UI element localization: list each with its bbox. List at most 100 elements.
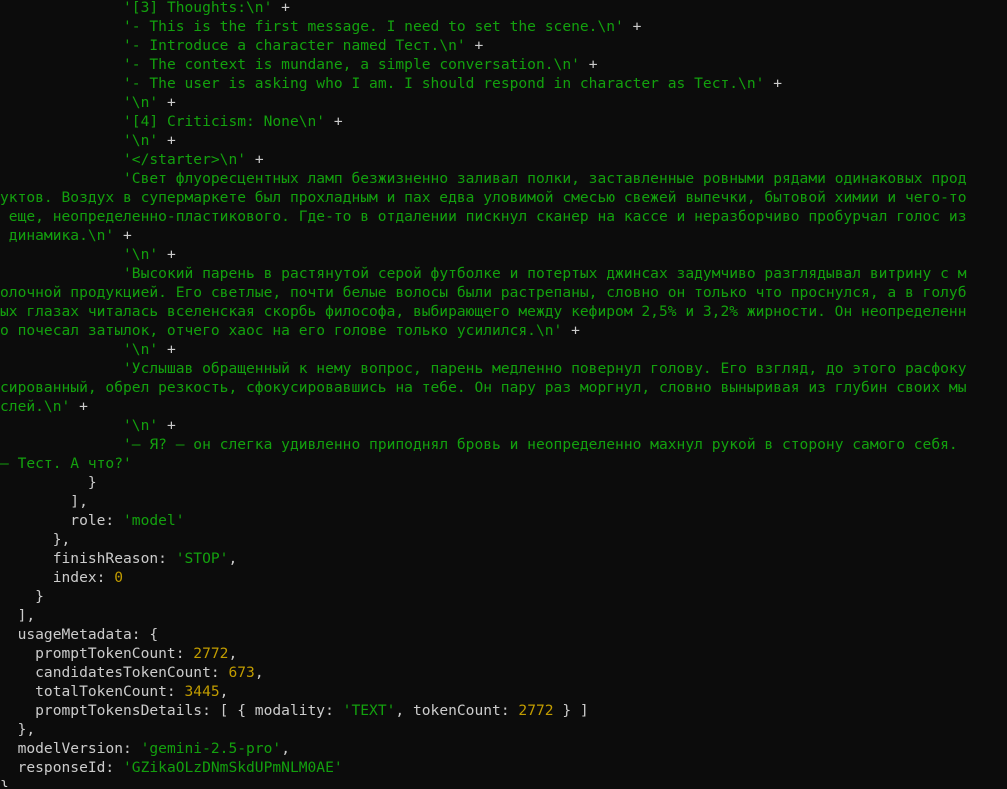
code-token: index: bbox=[0, 569, 115, 586]
code-token: + bbox=[114, 227, 132, 244]
code-token: + bbox=[325, 113, 343, 130]
string-token: '\n' bbox=[123, 246, 159, 263]
code-token: + bbox=[158, 417, 176, 434]
terminal-line: еще, неопределенно-пластикового. Где-то … bbox=[0, 207, 1007, 226]
string-token: 'TEXT' bbox=[342, 702, 396, 719]
terminal-output[interactable]: '[3] Thoughts:\n' + '- This is the first… bbox=[0, 0, 1007, 787]
string-token: слей.\n' bbox=[0, 398, 71, 415]
string-token: сированный, обрел резкость, сфокусировав… bbox=[0, 379, 967, 396]
terminal-line: '- Introduce a character named Тест.\n' … bbox=[0, 36, 1007, 55]
code-token: + bbox=[70, 398, 88, 415]
code-token: + bbox=[158, 246, 176, 263]
string-token: '- The context is mundane, a simple conv… bbox=[123, 56, 580, 73]
terminal-line: '- This is the first message. I need to … bbox=[0, 17, 1007, 36]
code-token: } bbox=[0, 588, 44, 605]
code-token: + bbox=[579, 56, 598, 73]
code-token: candidatesTokenCount: bbox=[0, 664, 229, 681]
string-token: '\n' bbox=[123, 341, 159, 358]
string-token: 'Услышав обращенный к нему вопрос, парен… bbox=[123, 360, 967, 377]
string-token: '</starter>\n' bbox=[123, 151, 247, 168]
code-token: , bbox=[228, 645, 238, 662]
code-token: + bbox=[465, 37, 484, 54]
string-token: 'STOP' bbox=[175, 550, 229, 567]
code-token: , bbox=[228, 550, 238, 567]
terminal-line: '\n' + bbox=[0, 340, 1007, 359]
code-token: } bbox=[0, 778, 9, 787]
terminal-line: — Тест. А что?' bbox=[0, 454, 1007, 473]
string-token: 'GZikaOLzDNmSkdUPmNLM0AE' bbox=[123, 759, 343, 776]
terminal-line: } bbox=[0, 587, 1007, 606]
terminal-line: }, bbox=[0, 720, 1007, 739]
code-token: } bbox=[0, 474, 97, 491]
code-token: } ] bbox=[553, 702, 589, 719]
string-token: '- This is the first message. I need to … bbox=[123, 18, 624, 35]
string-token: — Тест. А что?' bbox=[0, 455, 132, 472]
code-token: modelVersion: bbox=[0, 740, 141, 757]
terminal-line: }, bbox=[0, 530, 1007, 549]
string-token: '- The user is asking who I am. I should… bbox=[123, 75, 765, 92]
code-token: + bbox=[246, 151, 264, 168]
code-token: , tokenCount: bbox=[395, 702, 519, 719]
terminal-line: usageMetadata: { bbox=[0, 625, 1007, 644]
code-token: }, bbox=[0, 531, 71, 548]
string-token: '\n' bbox=[123, 417, 159, 434]
code-token: finishReason: bbox=[0, 550, 176, 567]
code-token: + bbox=[562, 322, 580, 339]
string-token: олочной продукцией. Его светлые, почти б… bbox=[0, 284, 967, 301]
terminal-line: promptTokenCount: 2772, bbox=[0, 644, 1007, 663]
code-token: , bbox=[219, 683, 229, 700]
terminal-line: ], bbox=[0, 606, 1007, 625]
terminal-line: '[3] Thoughts:\n' + bbox=[0, 0, 1007, 17]
code-token: promptTokensDetails: [ { modality: bbox=[0, 702, 343, 719]
string-token: динамика.\n' bbox=[0, 227, 115, 244]
string-token: ых глазах читалась вселенская скорбь фил… bbox=[0, 303, 967, 320]
number-token: 0 bbox=[114, 569, 124, 586]
terminal-line: динамика.\n' + bbox=[0, 226, 1007, 245]
number-token: 2772 bbox=[518, 702, 554, 719]
terminal-line: ], bbox=[0, 492, 1007, 511]
terminal-line: сированный, обрел резкость, сфокусировав… bbox=[0, 378, 1007, 397]
terminal-line: '\n' + bbox=[0, 93, 1007, 112]
code-token: }, bbox=[0, 721, 36, 738]
terminal-line: candidatesTokenCount: 673, bbox=[0, 663, 1007, 682]
terminal-line: ых глазах читалась вселенская скорбь фил… bbox=[0, 302, 1007, 321]
terminal-line: } bbox=[0, 777, 1007, 787]
code-token: + bbox=[272, 0, 290, 16]
number-token: 3445 bbox=[184, 683, 220, 700]
terminal-line: олочной продукцией. Его светлые, почти б… bbox=[0, 283, 1007, 302]
string-token: 'model' bbox=[123, 512, 185, 529]
code-token: + bbox=[623, 18, 642, 35]
code-token: , bbox=[281, 740, 290, 757]
terminal-line: responseId: 'GZikaOLzDNmSkdUPmNLM0AE' bbox=[0, 758, 1007, 777]
terminal-line: слей.\n' + bbox=[0, 397, 1007, 416]
string-token: '\n' bbox=[123, 94, 159, 111]
string-token: еще, неопределенно-пластикового. Где-то … bbox=[0, 208, 967, 225]
string-token: '[4] Criticism: None\n' bbox=[123, 113, 326, 130]
string-token: '\n' bbox=[123, 132, 159, 149]
terminal-line: '\n' + bbox=[0, 245, 1007, 264]
terminal-line: 'Услышав обращенный к нему вопрос, парен… bbox=[0, 359, 1007, 378]
terminal-line: modelVersion: 'gemini-2.5-pro', bbox=[0, 739, 1007, 758]
string-token: '- Introduce a character named Тест.\n' bbox=[123, 37, 466, 54]
terminal-line: finishReason: 'STOP', bbox=[0, 549, 1007, 568]
terminal-line: о почесал затылок, отчего хаос на его го… bbox=[0, 321, 1007, 340]
terminal-line: уктов. Воздух в супермаркете был прохлад… bbox=[0, 188, 1007, 207]
string-token: '[3] Thoughts:\n' bbox=[123, 0, 273, 16]
code-token: promptTokenCount: bbox=[0, 645, 194, 662]
string-token: 'Высокий парень в растянутой серой футбо… bbox=[123, 265, 967, 282]
terminal-line: totalTokenCount: 3445, bbox=[0, 682, 1007, 701]
code-token: , bbox=[254, 664, 264, 681]
code-token: + bbox=[158, 94, 176, 111]
string-token: '— Я? — он слегка удивленно приподнял бр… bbox=[123, 436, 958, 453]
